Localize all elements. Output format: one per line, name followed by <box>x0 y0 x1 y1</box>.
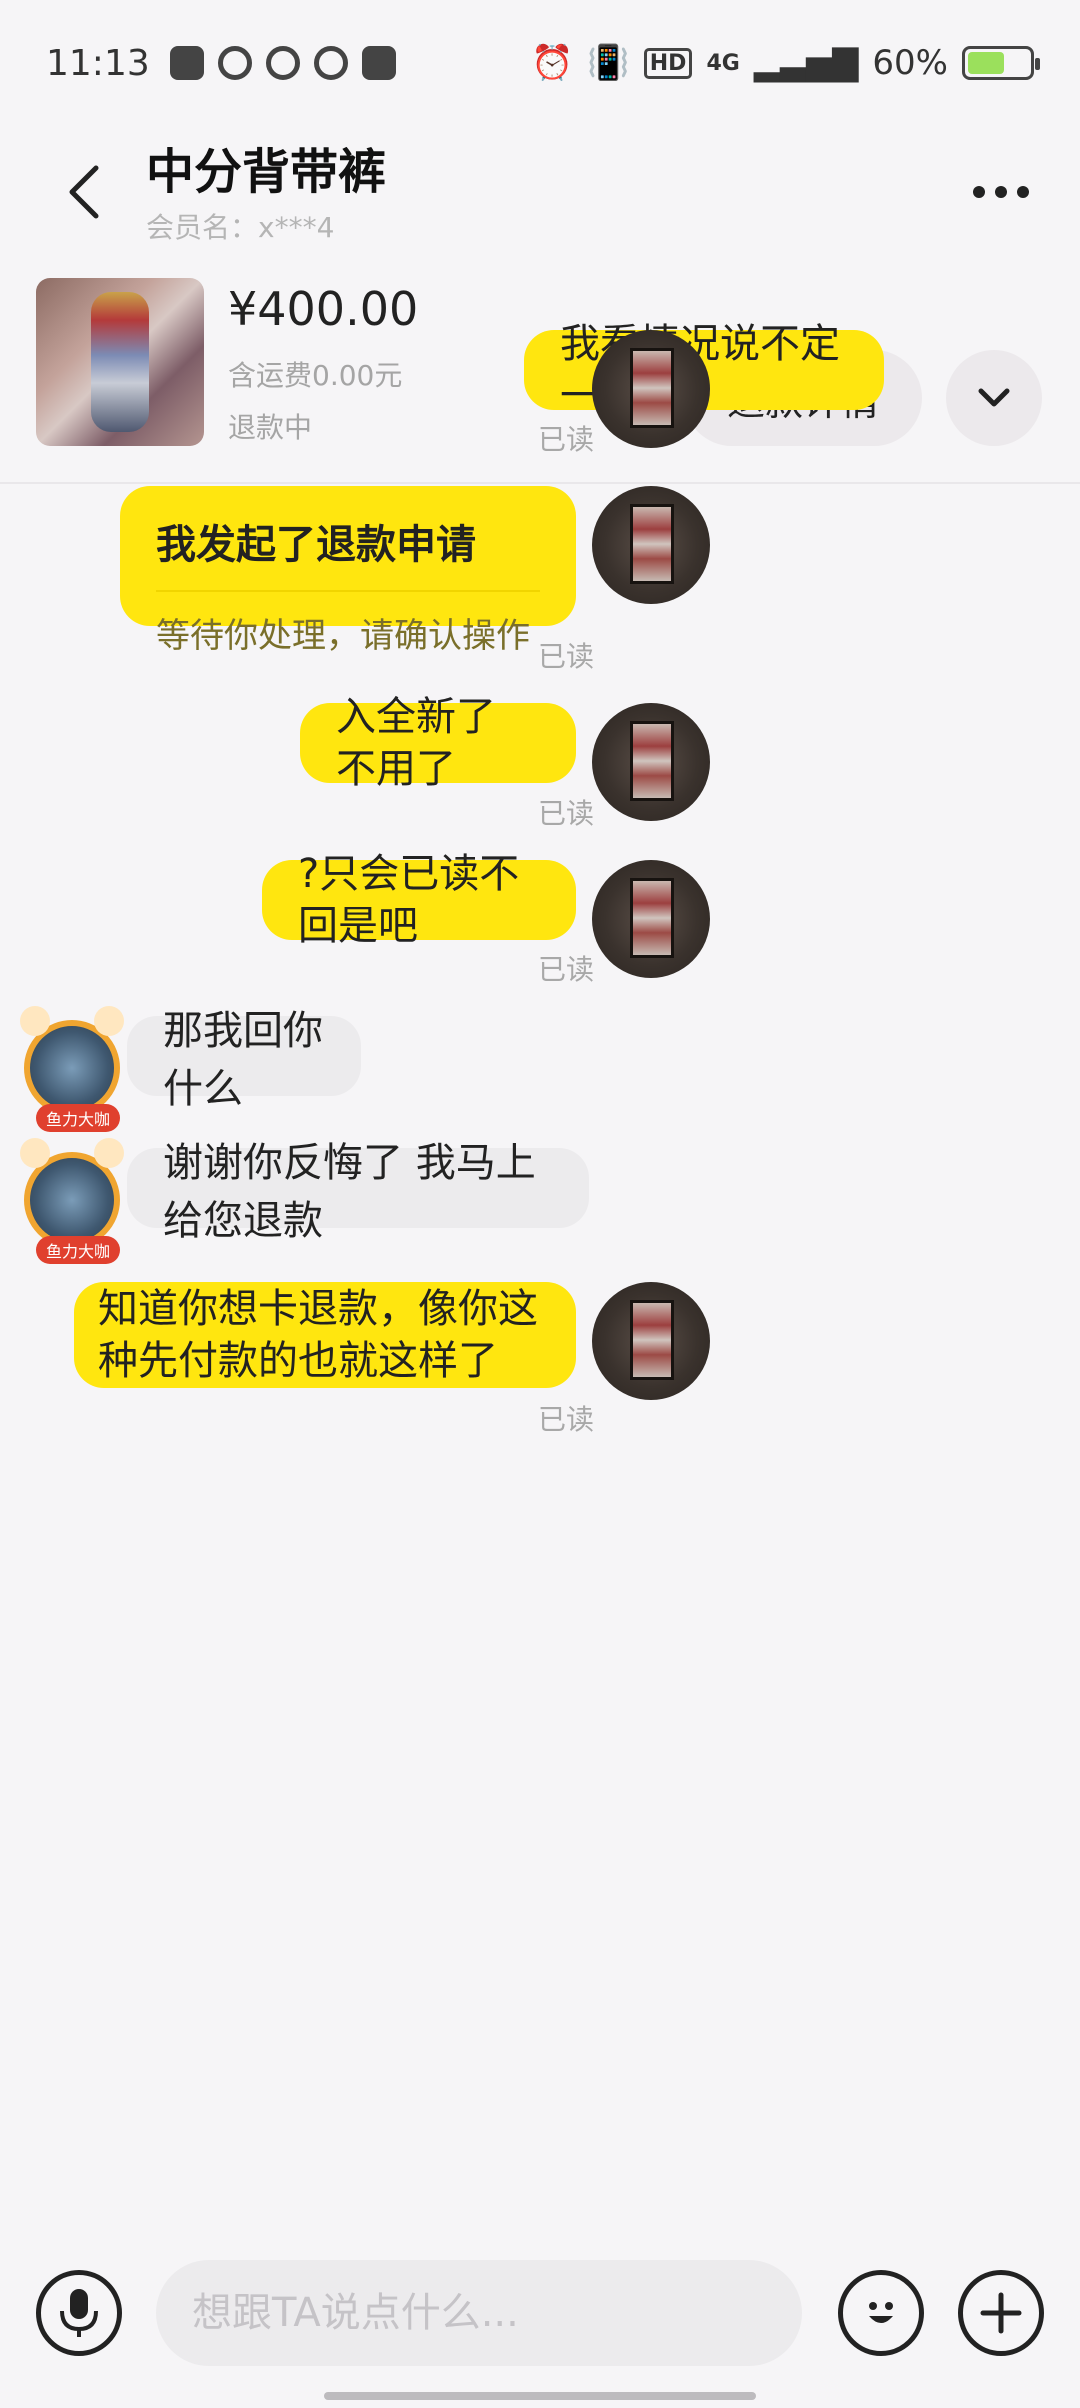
emoji-icon <box>869 2302 893 2323</box>
title-block: 中分背带裤 会员名：x***4 <box>146 132 386 246</box>
my-avatar[interactable] <box>592 703 710 821</box>
refund-card-title: 我发起了退款申请 <box>156 512 540 592</box>
voice-button[interactable] <box>36 2270 122 2356</box>
message-input[interactable] <box>156 2260 802 2366</box>
status-right: ⏰ 📳 HD 4G ▂▃▅▇ 60% <box>531 43 1040 83</box>
microphone-icon <box>60 2289 98 2337</box>
message-bubble[interactable]: 入全新了 不用了 <box>300 694 576 792</box>
status-time: 11:13 <box>46 42 150 84</box>
chat-header: 中分背带裤 会员名：x***4 <box>0 126 1080 266</box>
status-bar: 11:13 ⏰ 📳 HD 4G ▂▃▅▇ 60% <box>0 0 1080 126</box>
badge-wing-left <box>20 1138 50 1168</box>
my-avatar[interactable] <box>592 486 710 604</box>
more-actions-button[interactable] <box>958 2270 1044 2356</box>
product-thumbnail[interactable] <box>36 278 204 446</box>
message-bubble[interactable]: 那我回你什么 <box>127 1008 361 1112</box>
message-bubble[interactable]: 知道你想卡退款，像你这种先付款的也就这样了 <box>74 1282 576 1388</box>
plus-icon <box>980 2292 1022 2334</box>
signal-icon: ▂▃▅▇ <box>753 43 859 83</box>
notification-icons <box>169 46 396 80</box>
member-name: 会员名：x***4 <box>146 211 335 244</box>
app-du-icon <box>361 46 396 80</box>
chevron-left-icon <box>69 165 99 219</box>
seller-badge: 鱼力大咖 <box>36 1236 120 1264</box>
more-dot <box>973 186 985 198</box>
read-receipt: 已读 <box>538 640 595 673</box>
badge-wing-left <box>20 1006 50 1036</box>
expand-button[interactable] <box>946 350 1042 446</box>
seller-avatar[interactable]: 鱼力大咖 <box>20 1006 124 1132</box>
read-receipt: 已读 <box>538 1403 595 1436</box>
page-title: 中分背带裤 <box>146 144 387 200</box>
home-indicator[interactable] <box>324 2392 756 2400</box>
badge-wing-right <box>94 1138 124 1168</box>
battery-icon <box>962 46 1040 80</box>
badge-wing-right <box>94 1006 124 1036</box>
alarm-icon: ⏰ <box>531 43 574 83</box>
weibo-icon <box>313 46 348 80</box>
my-avatar[interactable] <box>592 1282 710 1400</box>
network-type: 4G <box>706 50 740 76</box>
my-avatar[interactable] <box>592 860 710 978</box>
order-status: 退款中 <box>228 411 313 444</box>
refund-card-subtitle: 等待你处理，请确认操作 <box>156 616 530 656</box>
more-button[interactable] <box>956 152 1046 232</box>
read-receipt: 已读 <box>538 423 595 456</box>
more-dot <box>1017 186 1029 198</box>
input-bar <box>0 2250 1080 2380</box>
read-receipt: 已读 <box>538 797 595 830</box>
read-receipt: 已读 <box>538 953 595 986</box>
message-bubble[interactable]: 谢谢你反悔了 我马上给您退款 <box>127 1140 589 1244</box>
my-avatar[interactable] <box>592 330 710 448</box>
refund-request-card[interactable]: 我发起了退款申请 等待你处理，请确认操作 <box>120 486 576 656</box>
figure-image <box>91 292 149 432</box>
seller-badge: 鱼力大咖 <box>36 1104 120 1132</box>
emoji-button[interactable] <box>838 2270 924 2356</box>
back-button[interactable] <box>34 142 134 242</box>
vibrate-icon: 📳 <box>587 43 630 83</box>
hd-icon: HD <box>643 47 693 79</box>
shipping-fee: 含运费0.00元 <box>228 359 403 392</box>
seller-avatar[interactable]: 鱼力大咖 <box>20 1138 124 1264</box>
product-price: ¥400.00 <box>228 282 419 336</box>
message-bubble[interactable]: ?只会已读不回是吧 <box>262 851 576 949</box>
more-dot <box>995 186 1007 198</box>
chevron-down-icon <box>978 388 1010 407</box>
battery-percent: 60% <box>872 43 948 83</box>
app-q-icon <box>265 46 300 80</box>
app-k-icon <box>169 46 204 80</box>
app-link-icon <box>217 46 252 80</box>
